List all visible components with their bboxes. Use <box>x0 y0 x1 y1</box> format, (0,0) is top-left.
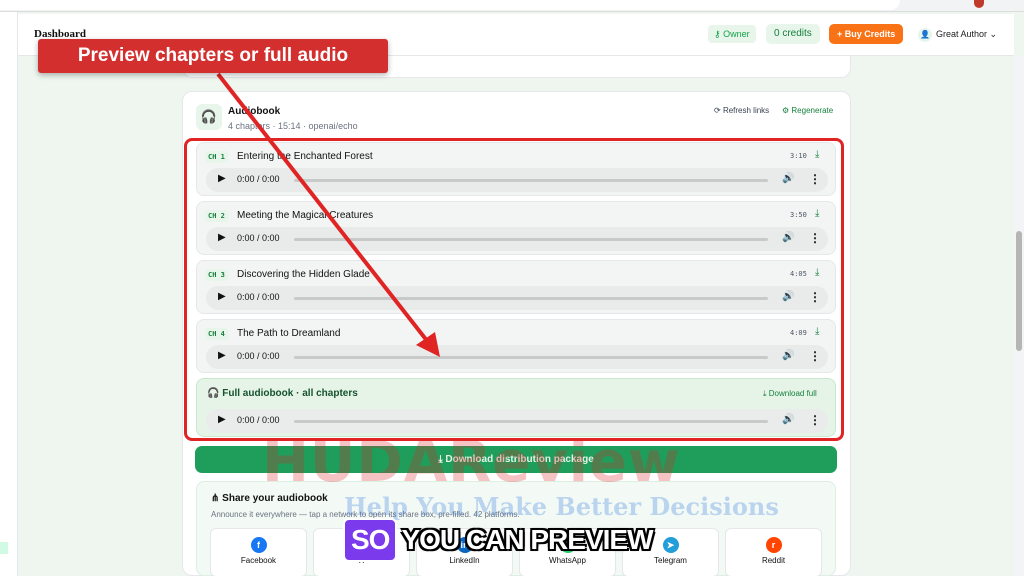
scrollbar-thumb[interactable] <box>1016 231 1022 351</box>
regenerate-button[interactable]: ⚙ Regenerate <box>782 106 833 115</box>
platform-label: Facebook <box>240 556 277 565</box>
share-facebook-button[interactable]: f Facebook <box>210 528 307 576</box>
watermark-logo: HUDAReview <box>262 430 681 495</box>
facebook-icon: f <box>250 537 267 553</box>
user-avatar-icon: 👤 <box>918 28 932 42</box>
reddit-icon: r <box>765 537 782 553</box>
platform-label: Reddit <box>761 556 786 565</box>
user-name: Great Author <box>936 29 988 39</box>
video-caption: SO YOU CAN PREVIEW <box>343 518 654 562</box>
owner-badge: ⚷ Owner <box>708 25 756 43</box>
owner-label: Owner <box>723 29 750 39</box>
share-icon: ⋔ <box>211 493 223 504</box>
refresh-links-label: Refresh links <box>722 106 770 115</box>
telegram-icon: ➤ <box>662 537 679 553</box>
sidebar-chip <box>0 542 8 554</box>
left-sidebar <box>0 12 18 576</box>
share-reddit-button[interactable]: r Reddit <box>725 528 822 576</box>
audiobook-title: Audiobook <box>228 106 281 117</box>
buy-credits-button[interactable]: + Buy Credits <box>829 24 904 44</box>
caption-highlight: SO <box>343 518 398 562</box>
watermark-tagline: Help You Make Better Decisions <box>344 492 779 521</box>
chevron-down-icon: ⌄ <box>987 29 998 39</box>
regenerate-icon: ⚙ <box>782 106 792 115</box>
headphones-icon: 🎧 <box>196 104 222 130</box>
browser-toolbar <box>0 0 1024 12</box>
highlight-frame <box>184 138 844 441</box>
refresh-links-button[interactable]: ⟳ Refresh links <box>714 106 769 115</box>
page-scrollbar[interactable] <box>1014 56 1024 576</box>
refresh-icon: ⟳ <box>714 106 723 115</box>
credits-badge: 0 credits <box>766 24 820 44</box>
audiobook-meta: 4 chapters · 15:14 · openai/echo <box>228 121 358 131</box>
regenerate-label: Regenerate <box>791 106 834 115</box>
profile-icon[interactable] <box>974 0 984 8</box>
owner-icon: ⚷ <box>714 29 724 39</box>
buy-credits-label: Buy Credits <box>844 29 896 39</box>
caption-text: YOU CAN PREVIEW <box>401 524 653 555</box>
plus-icon: + <box>837 29 845 39</box>
address-bar[interactable] <box>0 0 900 10</box>
user-menu[interactable]: 👤 Great Author ⌄ <box>918 26 997 42</box>
callout-banner: Preview chapters or full audio <box>38 39 388 73</box>
